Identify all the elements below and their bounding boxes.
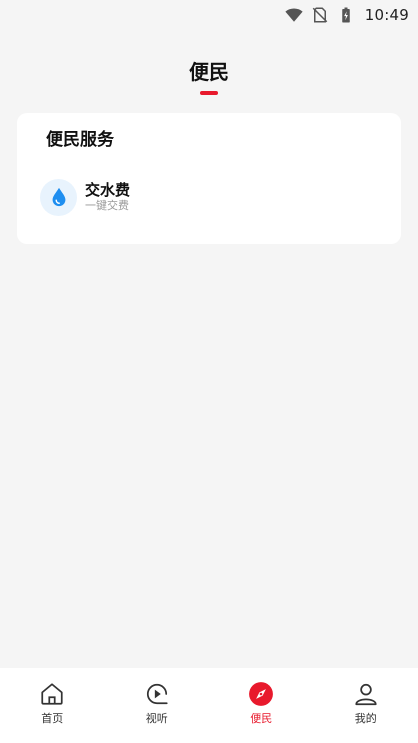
- tab-label: 便民: [250, 712, 273, 725]
- tab-label: 视听: [145, 712, 168, 725]
- play-icon: [146, 683, 168, 705]
- title-underline: [200, 91, 218, 95]
- tab-label: 我的: [354, 712, 377, 725]
- page-title: 便民: [189, 60, 229, 84]
- tab-media[interactable]: 视听: [105, 668, 210, 743]
- tab-profile[interactable]: 我的: [314, 668, 418, 743]
- no-sim-icon: [312, 7, 328, 23]
- status-time: 10:49: [364, 6, 409, 24]
- home-icon: [41, 683, 63, 705]
- user-icon: [355, 683, 377, 706]
- service-name: 交水费: [85, 181, 131, 199]
- service-card: 便民服务 交水费 一键交费: [17, 113, 401, 244]
- status-bar: 10:49: [0, 0, 418, 30]
- card-title: 便民服务: [46, 130, 114, 150]
- wifi-icon: [285, 8, 303, 22]
- bottom-tab-bar: 首页 视听 便民 我的: [0, 668, 418, 743]
- service-icon-badge: [40, 178, 77, 216]
- compass-icon: [249, 682, 274, 706]
- tab-home[interactable]: 首页: [0, 668, 105, 743]
- tab-label: 首页: [41, 712, 64, 725]
- water-drop-icon: [52, 187, 65, 207]
- service-subtitle: 一键交费: [85, 199, 129, 212]
- service-item-water-bill[interactable]: 交水费 一键交费: [40, 177, 130, 217]
- page-header: 便民: [0, 56, 418, 95]
- service-text: 交水费 一键交费: [85, 181, 130, 213]
- tab-services[interactable]: 便民: [209, 668, 314, 743]
- battery-charging-icon: [342, 7, 350, 23]
